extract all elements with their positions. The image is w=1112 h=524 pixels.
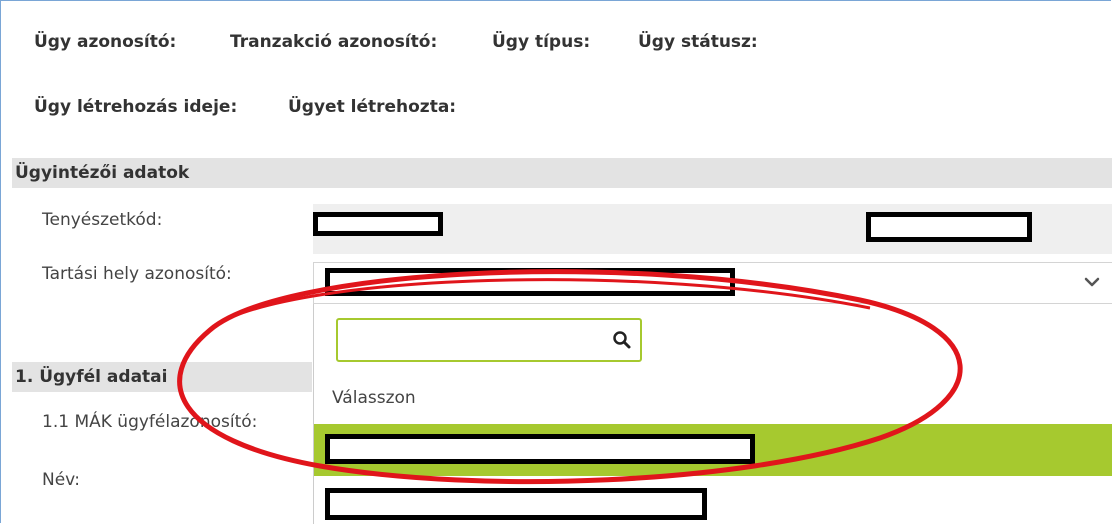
farm-code-label: Tenyészetkód: (42, 210, 163, 230)
mak-id-label: 1.1 MÁK ügyfélazonosító: (42, 412, 258, 432)
chevron-down-icon (1084, 277, 1100, 287)
redaction-box (325, 434, 755, 464)
redaction-box (325, 488, 707, 520)
client-section-header: 1. Ügyfél adatai (12, 362, 312, 392)
redaction-box (866, 212, 1032, 242)
dropdown-option-placeholder[interactable]: Válasszon (332, 388, 416, 408)
case-type-label: Ügy típus: (492, 32, 591, 52)
dropdown-search-input[interactable] (336, 318, 642, 362)
case-id-label: Ügy azonosító: (34, 32, 177, 52)
name-label: Név: (42, 470, 81, 490)
search-icon (613, 331, 631, 349)
administrator-section-header: Ügyintézői adatok (12, 158, 1112, 188)
case-status-label: Ügy státusz: (638, 32, 758, 52)
created-by-label: Ügyet létrehozta: (288, 97, 457, 117)
redaction-box (313, 212, 443, 236)
redaction-box (325, 268, 735, 296)
created-at-label: Ügy létrehozás ideje: (34, 97, 238, 117)
holding-place-label: Tartási hely azonosító: (42, 264, 232, 284)
transaction-id-label: Tranzakció azonosító: (230, 32, 438, 52)
